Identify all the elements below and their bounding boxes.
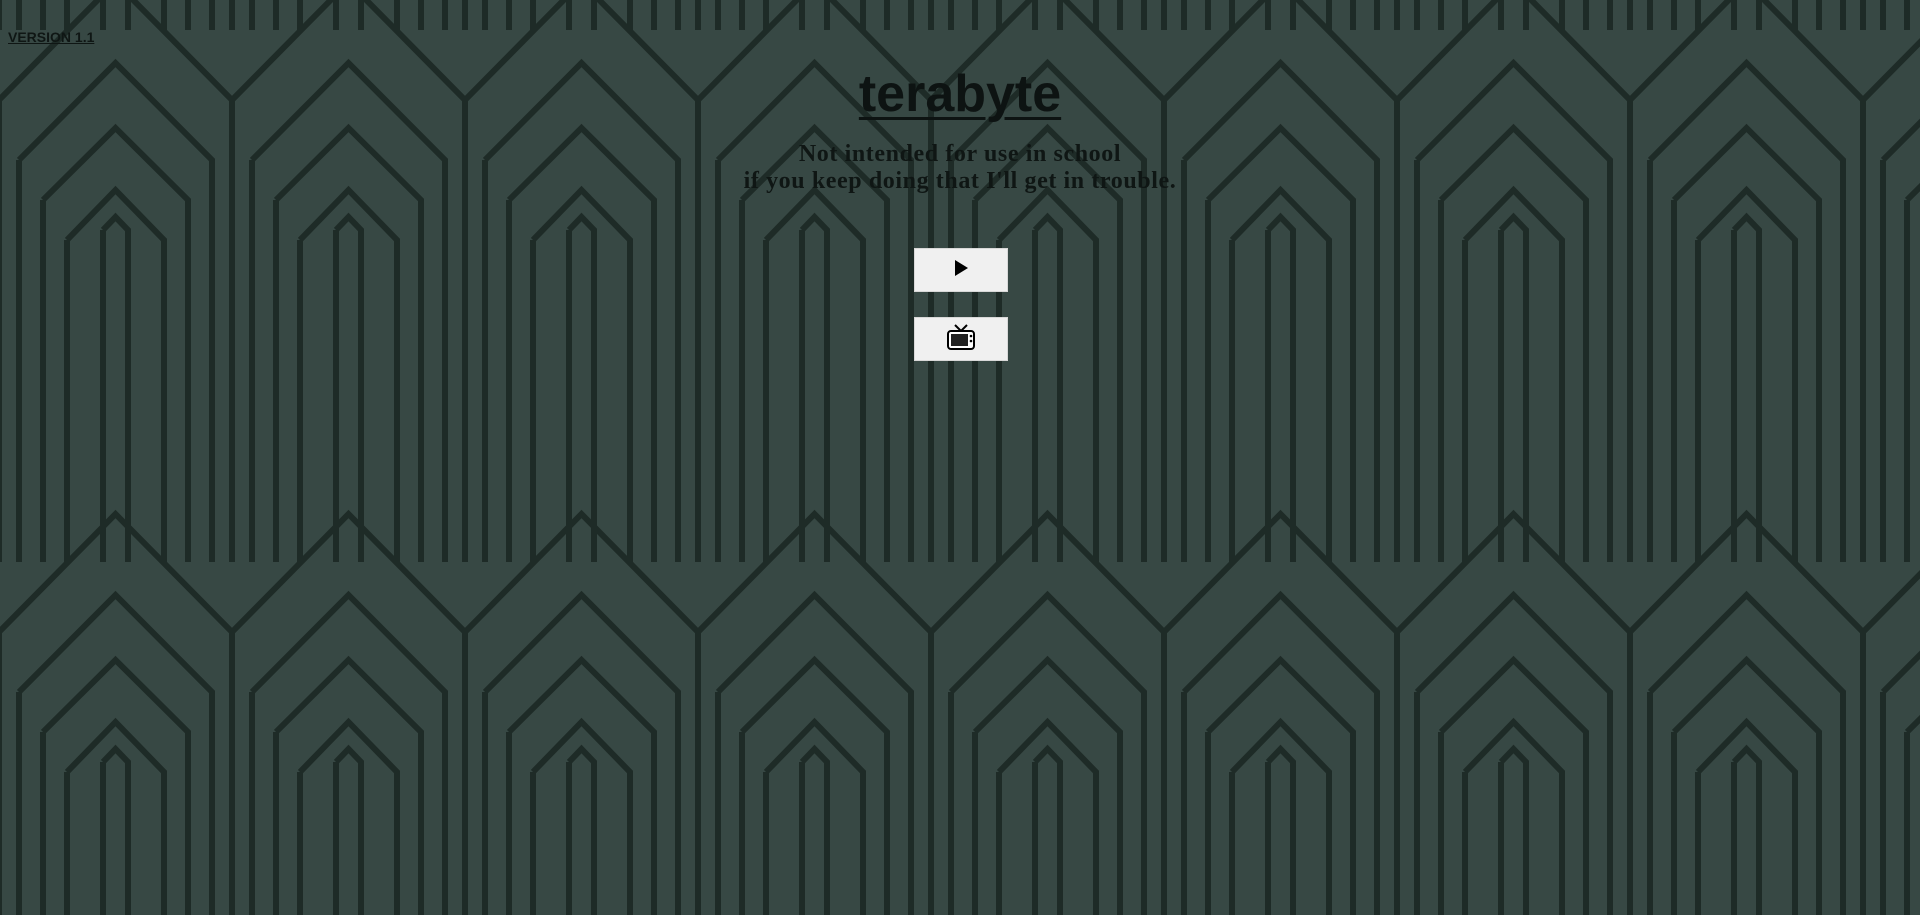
subtitle-line-2: if you keep doing that I'll get in troub…: [743, 168, 1177, 194]
tv-icon: [946, 323, 976, 356]
version-link[interactable]: VERSION 1.1: [8, 29, 94, 45]
play-button[interactable]: [914, 248, 1008, 292]
background-pattern: [0, 0, 1920, 915]
page-title: terabyte: [858, 65, 1062, 123]
subtitle-line-1: Not intended for use in school: [798, 141, 1122, 167]
subtitle: Not intended for use in school if you ke…: [0, 141, 1920, 195]
tv-button[interactable]: [914, 317, 1008, 361]
play-icon: [952, 259, 970, 282]
